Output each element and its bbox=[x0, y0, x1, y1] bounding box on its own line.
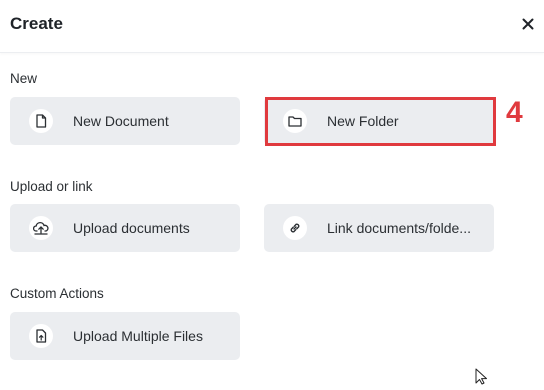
section-label-custom: Custom Actions bbox=[10, 286, 104, 301]
dialog-title: Create bbox=[10, 14, 63, 33]
section-label-upload: Upload or link bbox=[10, 179, 93, 194]
link-documents-label: Link documents/folde... bbox=[327, 220, 471, 236]
file-upload-icon bbox=[29, 324, 53, 348]
link-documents-button[interactable]: Link documents/folde... bbox=[264, 204, 494, 252]
new-document-label: New Document bbox=[73, 113, 169, 129]
close-button[interactable] bbox=[516, 12, 540, 36]
close-icon bbox=[522, 18, 534, 30]
upload-documents-button[interactable]: Upload documents bbox=[10, 204, 240, 252]
new-folder-label: New Folder bbox=[327, 113, 399, 129]
upload-multiple-files-button[interactable]: Upload Multiple Files bbox=[10, 312, 240, 360]
new-folder-button[interactable]: New Folder bbox=[264, 97, 494, 145]
step-number-annotation: 4 bbox=[506, 96, 523, 129]
upload-multiple-files-label: Upload Multiple Files bbox=[73, 328, 203, 344]
upload-documents-label: Upload documents bbox=[73, 220, 190, 236]
upload-cloud-icon bbox=[29, 216, 53, 240]
document-icon bbox=[29, 109, 53, 133]
new-document-button[interactable]: New Document bbox=[10, 97, 240, 145]
link-icon bbox=[283, 216, 307, 240]
dialog-header: Create bbox=[0, 0, 544, 53]
mouse-cursor-icon bbox=[475, 368, 489, 390]
folder-icon bbox=[283, 109, 307, 133]
section-label-new: New bbox=[10, 71, 38, 86]
